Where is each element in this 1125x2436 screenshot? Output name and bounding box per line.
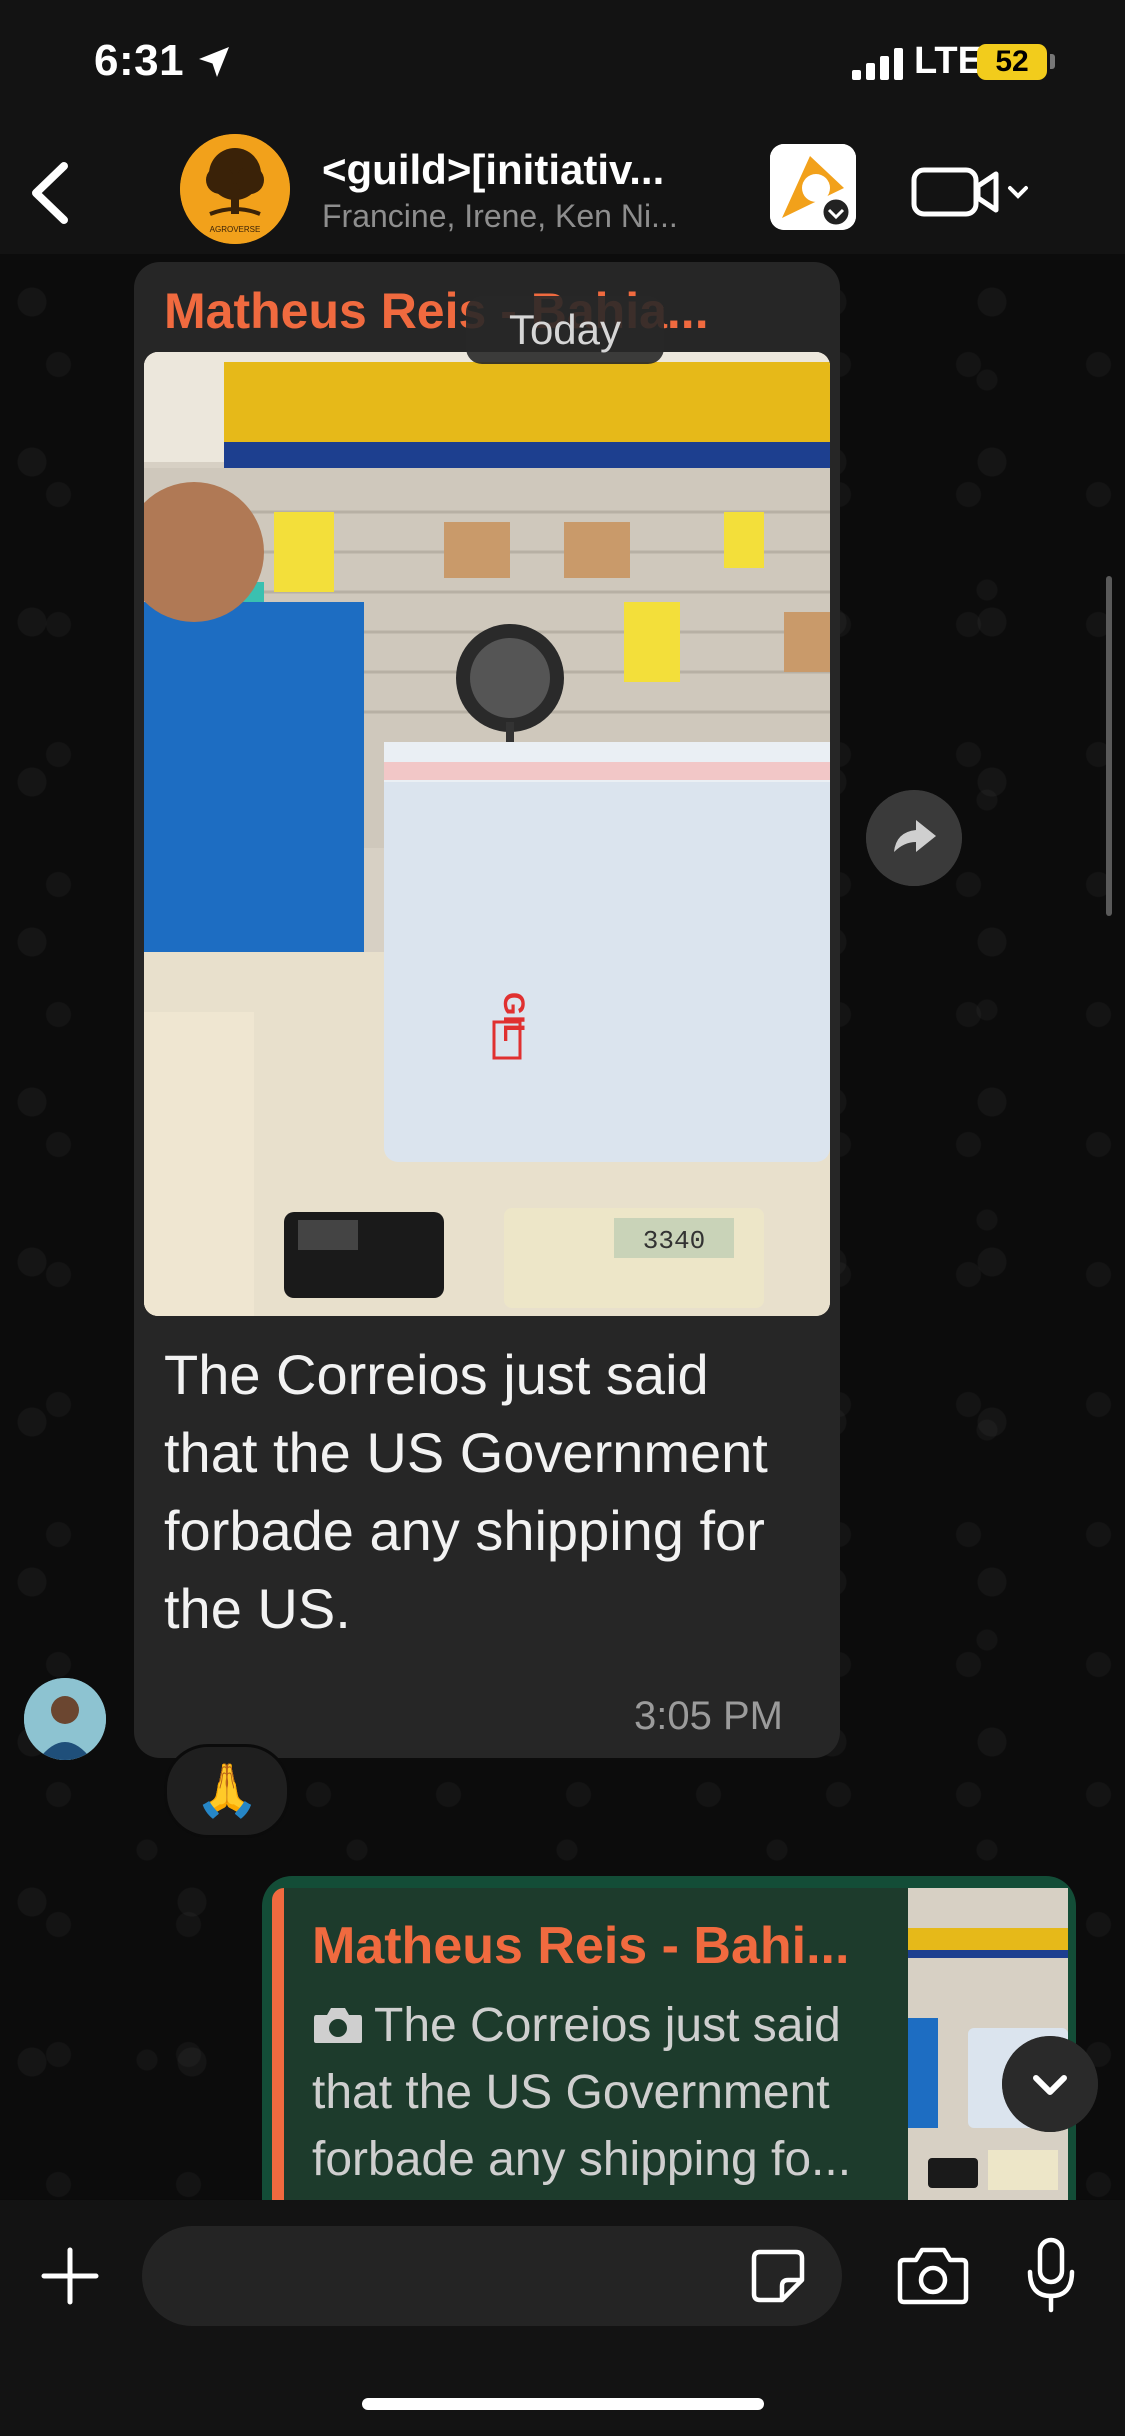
message-photo[interactable]: GIL 3340 xyxy=(144,352,830,1316)
network-type: LTE xyxy=(914,40,983,82)
quote-accent-bar xyxy=(272,1888,284,2218)
scroll-to-bottom-button[interactable] xyxy=(1002,2036,1098,2132)
quoted-sender: Matheus Reis - Bahi... xyxy=(312,1917,850,1975)
group-avatar[interactable]: AGROVERSE xyxy=(180,134,290,244)
location-arrow-icon xyxy=(199,47,229,77)
message-reaction[interactable]: 🙏 xyxy=(164,1744,290,1838)
microphone-icon[interactable] xyxy=(1024,2236,1078,2316)
post-office-photo: GIL 3340 xyxy=(144,352,830,1316)
date-separator: Today xyxy=(466,296,664,364)
quoted-text-container: The Correios just said that the US Gover… xyxy=(312,1992,892,2193)
message-sender[interactable]: Matheus Reis - Bahia... xyxy=(164,282,764,340)
video-camera-icon[interactable] xyxy=(910,160,1030,220)
forward-icon[interactable] xyxy=(866,790,962,886)
chevron-down-icon xyxy=(1008,186,1028,199)
group-title[interactable]: <guild>[initiativ... xyxy=(322,146,742,194)
message-input[interactable] xyxy=(142,2226,842,2326)
back-chevron-icon[interactable] xyxy=(18,148,88,238)
signal-icon xyxy=(852,48,903,80)
chat-header: AGROVERSE <guild>[initiativ... Francine,… xyxy=(0,130,1125,254)
sticker-icon[interactable] xyxy=(748,2246,808,2306)
sender-avatar[interactable] xyxy=(24,1678,106,1760)
battery-tip xyxy=(1050,54,1055,69)
group-members[interactable]: Francine, Irene, Ken Ni... xyxy=(322,198,742,235)
battery-icon: 52 xyxy=(977,44,1047,80)
camera-icon[interactable] xyxy=(896,2244,970,2306)
tree-logo-icon: AGROVERSE xyxy=(180,134,290,244)
plus-icon[interactable] xyxy=(40,2246,100,2306)
scale-reading: 3340 xyxy=(643,1226,705,1256)
avatar-text: AGROVERSE xyxy=(210,225,261,234)
message-time: 3:05 PM xyxy=(634,1694,783,1738)
quoted-text: The Correios just said that the US Gover… xyxy=(312,1999,852,2186)
community-icon[interactable] xyxy=(770,144,856,230)
status-time: 6:31 xyxy=(94,36,185,85)
camera-icon xyxy=(314,2008,362,2043)
scrollbar[interactable] xyxy=(1106,576,1112,916)
message-text[interactable]: The Correios just said that the US Gover… xyxy=(164,1336,784,1648)
home-indicator[interactable] xyxy=(362,2398,764,2410)
svg-text:GIL: GIL xyxy=(497,992,530,1042)
